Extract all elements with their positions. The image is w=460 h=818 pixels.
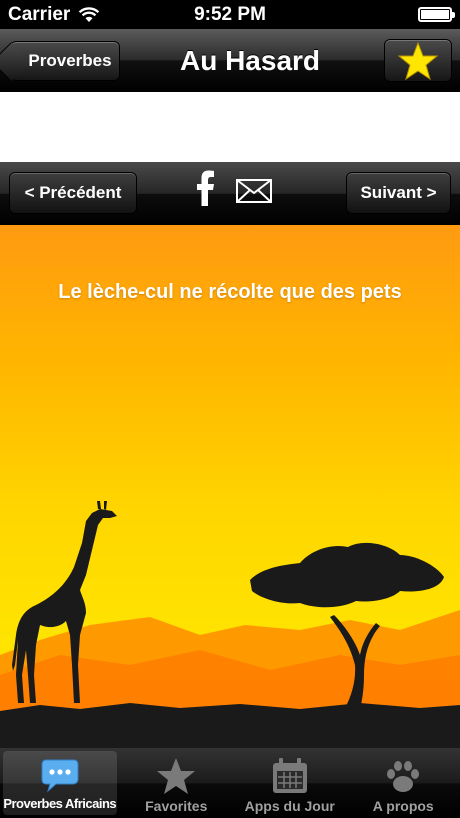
ad-banner <box>0 92 460 162</box>
tab-proverbes-africains[interactable]: Proverbes Africains <box>3 751 117 815</box>
tab-label: A propos <box>372 798 434 814</box>
battery-icon <box>418 7 455 22</box>
star-icon <box>398 41 438 80</box>
page-title: Au Hasard <box>179 44 321 76</box>
paw-icon <box>387 761 420 792</box>
back-button[interactable]: Proverbes <box>0 41 120 82</box>
wifi-icon <box>79 6 100 22</box>
speech-bubble-icon <box>41 759 79 793</box>
tab-favorites[interactable]: Favorites <box>120 748 234 818</box>
tab-label: Favorites <box>145 798 208 814</box>
tab-a-propos[interactable]: A propos <box>347 748 460 818</box>
next-button[interactable]: Suivant > <box>346 172 451 214</box>
star-icon <box>157 758 196 794</box>
tab-label: Proverbes Africains <box>3 796 117 811</box>
tab-bar: Proverbes Africains Favorites Apps du Jo… <box>0 748 460 818</box>
status-bar: Carrier 9:52 PM <box>0 0 460 29</box>
carrier-label: Carrier <box>8 3 71 25</box>
add-favorite-button[interactable] <box>384 39 452 82</box>
tab-label: Apps du Jour <box>244 798 335 814</box>
back-button-label: Proverbes <box>28 51 112 70</box>
facebook-icon[interactable] <box>193 170 217 206</box>
back-arrow-icon <box>0 42 31 82</box>
toolbar: < Précédent Suivant > <box>0 162 460 225</box>
calendar-icon <box>272 758 307 793</box>
tab-apps-du-jour[interactable]: Apps du Jour <box>233 748 347 818</box>
previous-button[interactable]: < Précédent <box>9 172 137 214</box>
proverb-text: Le lèche-cul ne récolte que des pets <box>58 281 402 303</box>
navigation-bar: Proverbes Au Hasard <box>0 29 460 92</box>
mail-icon[interactable] <box>236 179 272 203</box>
proverb-scene: Le lèche-cul ne récolte que des pets <box>0 225 460 748</box>
